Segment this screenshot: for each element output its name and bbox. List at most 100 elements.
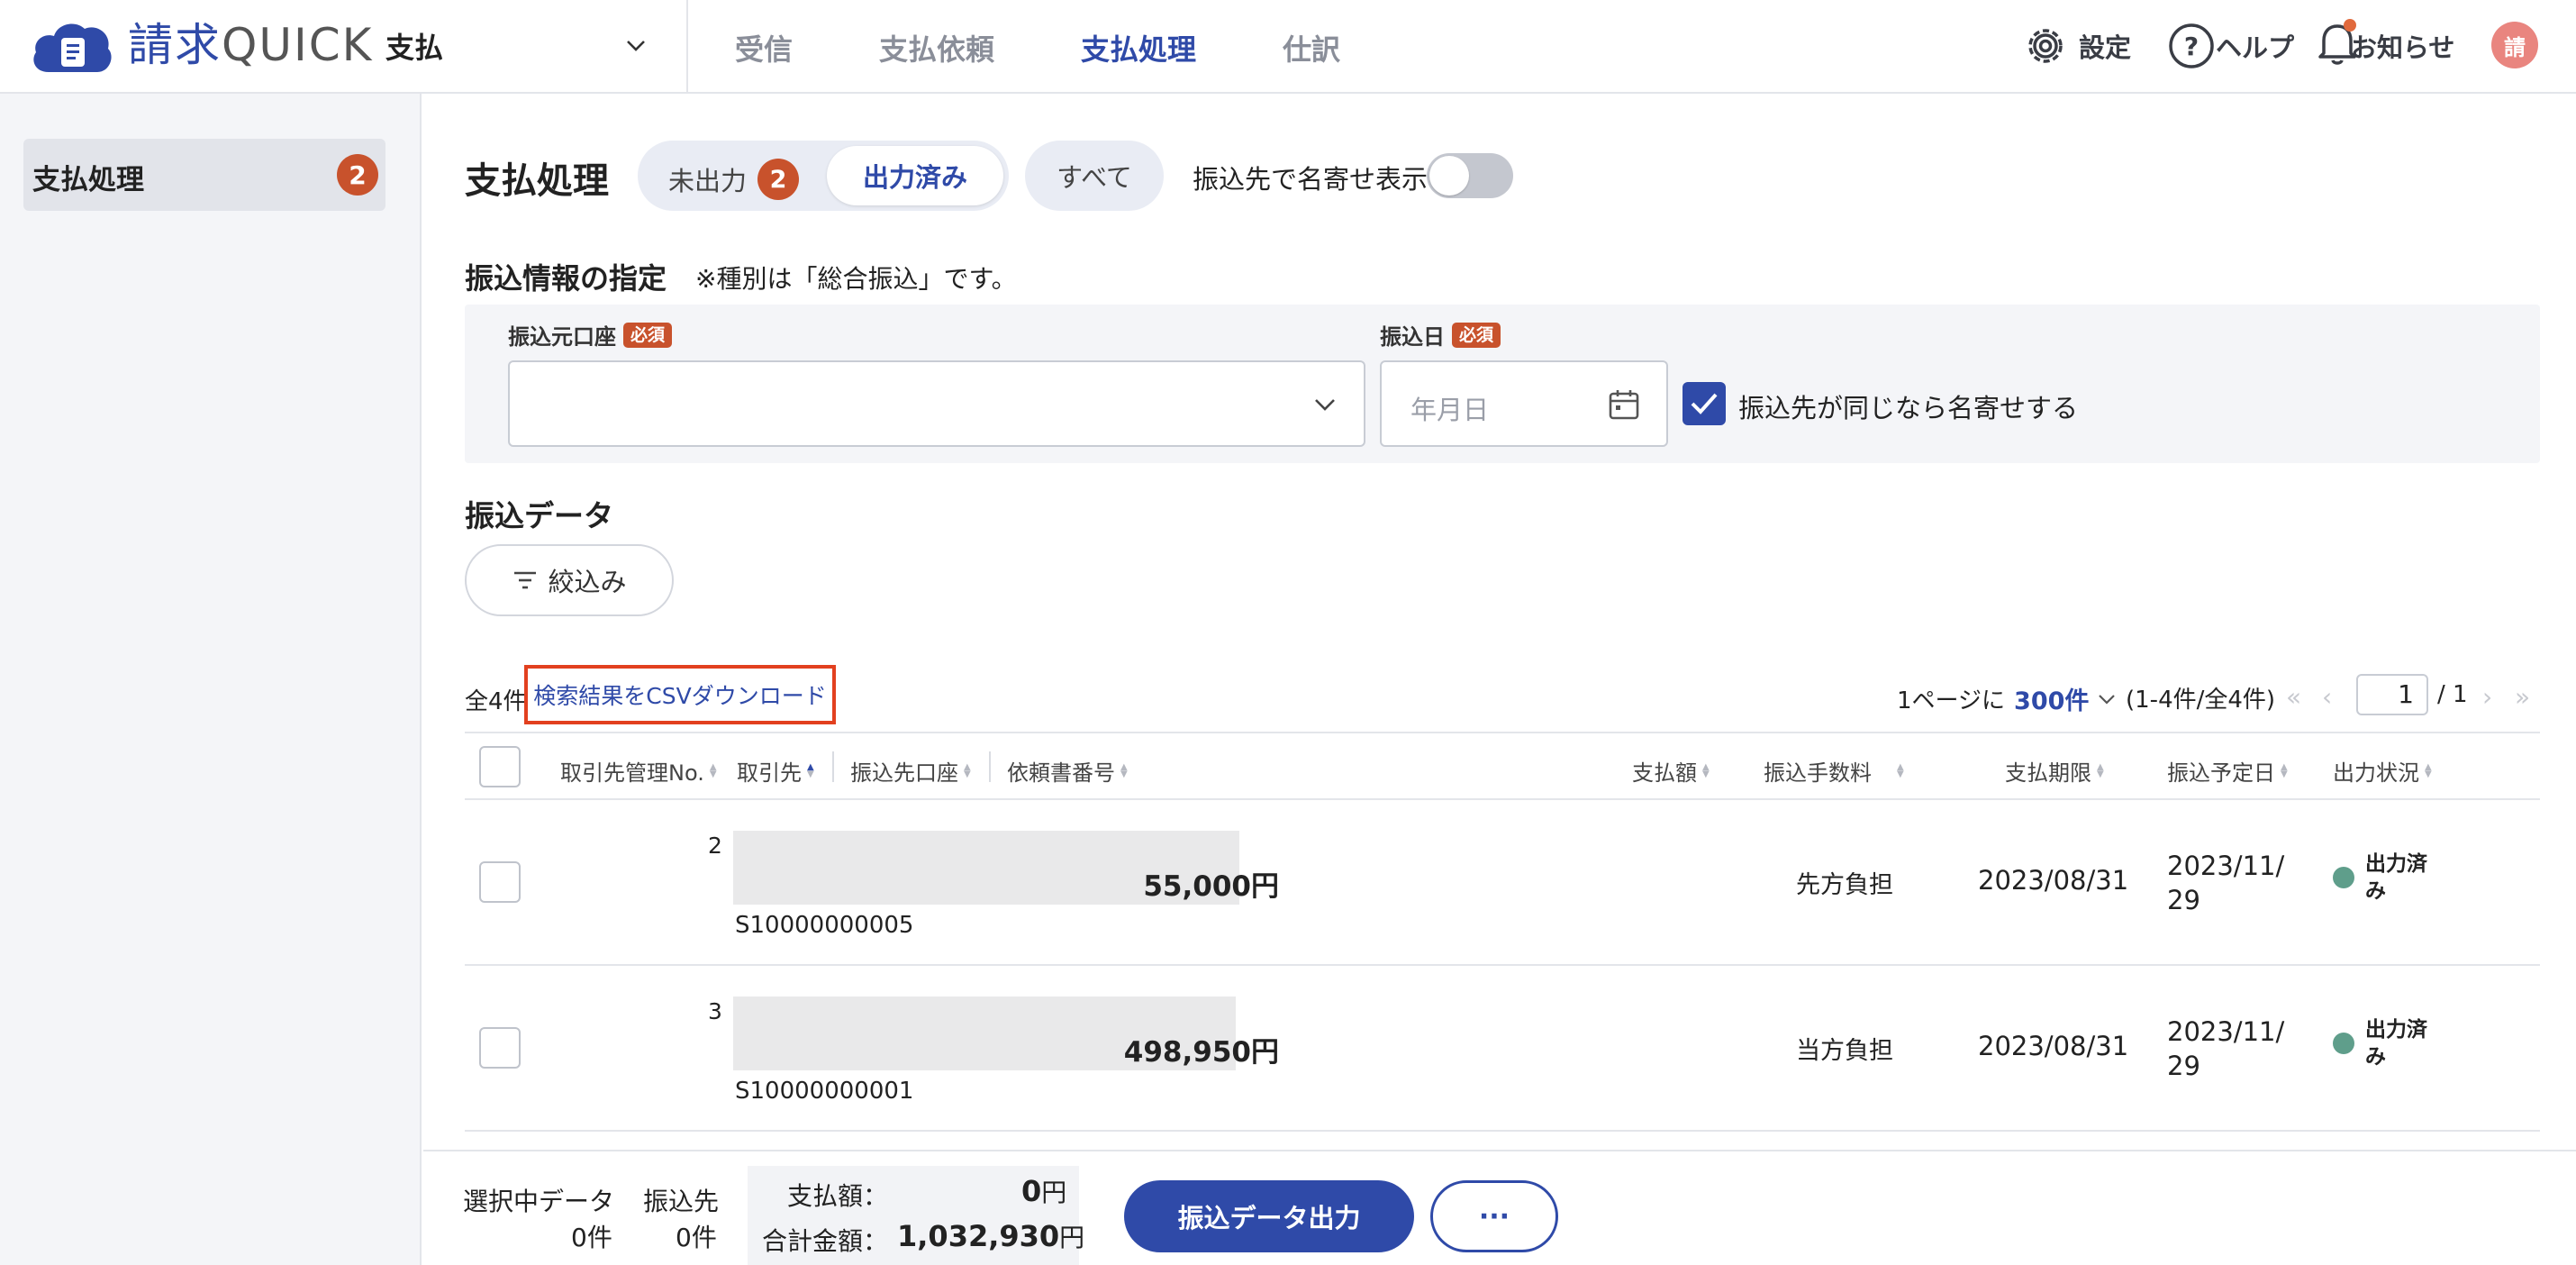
transfer-type-note: ※種別は「総合振込」です。 [695, 264, 1017, 294]
column-header-request-no[interactable]: 依頼書番号 ▲ ▼ [1007, 755, 1128, 787]
partner-no: 3 [708, 998, 722, 1024]
column-divider [832, 751, 834, 782]
required-badge: 必須 [1452, 322, 1501, 348]
date-placeholder: 年月日 [1410, 395, 1490, 425]
merge-display-toggle[interactable] [1427, 153, 1513, 198]
sort-icon: ▲ ▼ [964, 761, 971, 779]
module-selector[interactable]: 支払 [385, 25, 443, 67]
brand-main: 請求 [128, 19, 222, 71]
avatar[interactable]: 請 [2491, 22, 2538, 68]
column-header-partner-no[interactable]: 取引先管理No. ▲ ▼ [560, 755, 717, 787]
sidebar-item-payment-processing[interactable]: 支払処理 2 [23, 139, 385, 211]
column-header-amount[interactable]: 支払額 ▲ ▼ [1632, 755, 1710, 787]
status-dot [2333, 867, 2354, 888]
payee-label: 振込先 [643, 1187, 720, 1216]
notifications-button[interactable]: お知らせ [2317, 18, 2454, 68]
select-all-checkbox[interactable] [479, 746, 521, 787]
table-row[interactable]: 2 S10000000005 55,000円 先方負担 2023/08/31 2… [465, 800, 2540, 966]
row-checkbox[interactable] [479, 1027, 521, 1069]
last-page-icon[interactable]: » [2515, 685, 2530, 710]
payment-amount: 498,950円 [1123, 1036, 1279, 1069]
column-label: 依頼書番号 [1007, 760, 1115, 786]
column-header-partner[interactable]: 取引先 ▲ ▼ [737, 755, 814, 787]
source-account-label-text: 振込元口座 [508, 324, 616, 350]
status-text: 出力済み [2365, 1016, 2437, 1070]
nav-payment-processing[interactable]: 支払処理 [1081, 27, 1196, 68]
merge-same-payee-checkbox[interactable] [1683, 382, 1726, 425]
transfer-data-heading: 振込データ [465, 498, 613, 533]
transfer-fee: 先方負担 [1796, 871, 1893, 899]
column-header-due-date[interactable]: 支払期限 ▲ ▼ [2005, 755, 2104, 787]
status-text-line2: み [2365, 1045, 2386, 1069]
help-button[interactable]: ? ヘルプ [2167, 23, 2294, 68]
next-page-icon[interactable]: › [2482, 685, 2492, 710]
selected-data-label: 選択中データ [463, 1187, 615, 1216]
filter-button[interactable]: 絞込み [465, 544, 674, 616]
transfer-date-label-text: 振込日 [1380, 324, 1445, 350]
currency-unit: 円 [1041, 1178, 1067, 1207]
first-page-icon[interactable]: « [2286, 685, 2301, 710]
settings-button[interactable]: 設定 [2021, 23, 2131, 68]
status-tab-group: 未出力 2 出力済み [638, 141, 1009, 211]
nav-payment-request[interactable]: 支払依頼 [879, 27, 994, 68]
payment-amount-value: 0 [1021, 1174, 1042, 1208]
prev-page-icon[interactable]: ‹ [2322, 685, 2332, 710]
sort-icon: ▲ ▼ [1702, 761, 1710, 779]
column-header-scheduled-date[interactable]: 振込予定日 ▲ ▼ [2167, 755, 2288, 787]
unoutput-count-badge: 2 [757, 159, 800, 200]
transfer-date-input[interactable]: 年月日 [1380, 360, 1668, 447]
page-number-input[interactable]: 1 [2356, 674, 2428, 715]
per-page-prefix: 1ページに [1897, 687, 2006, 714]
sort-icon: ▲ ▼ [2097, 761, 2104, 779]
row-checkbox[interactable] [479, 861, 521, 903]
scheduled-date-line2: 29 [2167, 1051, 2200, 1081]
transfer-date-label: 振込日 必須 [1380, 319, 1501, 350]
status-dot [2333, 1033, 2354, 1054]
column-divider [989, 751, 991, 782]
filter-label: 絞込み [548, 567, 627, 597]
output-transfer-data-button[interactable]: 振込データ出力 [1124, 1180, 1414, 1252]
grand-total-label: 合計金額： [762, 1226, 889, 1256]
partner-code: S10000000005 [735, 912, 914, 939]
column-header-transfer-fee[interactable]: 振込手数料 ▲ ▼ [1764, 755, 1904, 787]
chevron-down-icon[interactable] [623, 32, 649, 58]
scheduled-date: 2023/11/ 29 [2167, 849, 2284, 917]
column-header-output-status[interactable]: 出力状況 ▲ ▼ [2333, 755, 2432, 787]
brand-name[interactable]: 請求QUICK [128, 20, 373, 70]
nav-receive[interactable]: 受信 [735, 27, 793, 68]
notification-bell [2317, 18, 2367, 74]
gear-icon [2028, 29, 2063, 63]
csv-download-link[interactable]: 検索結果をCSVダウンロード [524, 665, 836, 724]
payment-amount-total: 0円 [1021, 1173, 1066, 1209]
more-actions-button[interactable]: ··· [1430, 1180, 1558, 1252]
column-header-payee-account[interactable]: 振込先口座 ▲ ▼ [850, 755, 971, 787]
sidebar: 支払処理 2 [0, 94, 422, 1265]
cloud-logo-icon[interactable] [29, 16, 115, 79]
status-text-line2: み [2365, 879, 2386, 903]
calendar-icon[interactable] [1607, 387, 1641, 422]
page-total: / 1 [2437, 681, 2468, 708]
result-range: (1-4件/全4件) [2126, 687, 2276, 714]
transfer-info-heading: 振込情報の指定 [465, 261, 667, 296]
result-count: 全4件 [465, 688, 527, 715]
source-account-select[interactable] [508, 360, 1365, 447]
selected-data-count: 0件 [571, 1223, 612, 1252]
required-badge: 必須 [623, 322, 673, 348]
per-page-selector[interactable]: 1ページに 300件 [1897, 681, 2118, 716]
column-label: 出力状況 [2333, 760, 2419, 786]
currency-unit: 円 [1059, 1223, 1085, 1252]
tab-output[interactable]: 出力済み [827, 146, 1003, 205]
column-label: 取引先管理No. [560, 760, 704, 786]
tab-unoutput[interactable]: 未出力 2 [668, 159, 800, 200]
merge-same-payee-label: 振込先が同じなら名寄せする [1738, 393, 2079, 423]
help-label: ヘルプ [2216, 32, 2295, 63]
tab-all[interactable]: すべて [1025, 141, 1164, 211]
due-date: 2023/08/31 [1978, 865, 2129, 896]
nav-journal[interactable]: 仕訳 [1283, 27, 1340, 68]
toggle-knob [1429, 156, 1469, 196]
notification-dot [2344, 18, 2356, 32]
tab-unoutput-label: 未出力 [668, 166, 748, 196]
table-row[interactable]: 3 S10000000001 498,950円 当方負担 2023/08/31 … [465, 966, 2540, 1132]
column-label: 振込先口座 [850, 760, 958, 786]
header-divider [686, 0, 688, 94]
